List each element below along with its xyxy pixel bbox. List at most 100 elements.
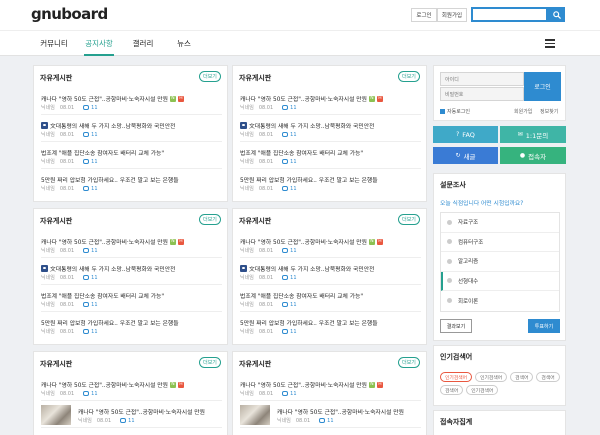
post-title[interactable]: 5만원 짜리 압보험 가입하세요.. 우조건 말고 보는 은행들 [240,175,378,184]
poll-result-button[interactable]: 결과보기 [440,319,472,333]
post-title[interactable]: 文대통령의 새해 두 가지 소망..남북평화와 국민안전 [50,264,175,273]
list-item[interactable]: 캐나다 "영하 50도 근접"..공항마비·노숙자시설 만원 N H 닉네임 08.0… [41,231,222,258]
connect-button[interactable]: ● 접속자 [500,147,566,164]
gallery-item[interactable]: 캐나다 "영하 50도 근접"..공항마비·노숙자시설 만원 닉네임 08.01 1… [41,401,222,428]
join-link-side[interactable]: 회원가입 [514,108,532,115]
list-item[interactable]: 5만원 짜리 압보험 가입하세요.. 우조건 말고 보는 은행들 닉네임 08.0… [41,169,222,196]
list-item[interactable]: 文대통령의 새해 두 가지 소망..남북평화와 국민안전 닉네임 08.01 11 [240,258,421,285]
post-title[interactable]: 文대통령의 새해 두 가지 소망..남북평화와 국민안전 [50,121,175,130]
new-posts-button[interactable]: ↻ 새글 [433,147,498,164]
list-item[interactable]: 캐나다 "영하 50도 근접"..공항마비·노숙자시설 만원 N H 닉네임 08.0… [41,374,222,401]
list-item[interactable]: 5만원 짜리 압보험 가입하세요.. 우조건 말고 보는 은행들 닉네임 08.0… [41,312,222,339]
nav-item-notice[interactable]: 공지사항 [84,31,114,56]
qna-button[interactable]: ✉ 1:1문의 [500,126,566,143]
more-button[interactable]: 더보기 [199,71,221,82]
board-title[interactable]: 자유게시판 [40,73,72,83]
new-badge: N [169,95,176,102]
post-title[interactable]: 법조계 "애플 집단소송 참여자도 배터리 교체 가능" [41,148,164,157]
post-author: 닉네임 [240,329,254,335]
auto-login-checkbox[interactable]: 자동로그인 [440,108,470,115]
find-info-link[interactable]: 정보찾기 [540,108,558,115]
post-title[interactable]: 文대통령의 새해 두 가지 소망..남북평화와 국민안전 [249,264,374,273]
post-title[interactable]: 캐나다 "영하 50도 근접"..공항마비·노숙자시설 만원 [41,380,168,389]
list-item[interactable]: 文대통령의 새해 두 가지 소망..남북평화와 국민안전 닉네임 08.01 11 [240,115,421,142]
chat-icon: ✉ [517,131,523,138]
join-link[interactable]: 회원가입 [437,8,467,22]
id-field[interactable]: 아이디 [440,72,524,86]
search-tag[interactable]: 검색어 [536,372,560,382]
more-button[interactable]: 더보기 [199,357,221,368]
list-item[interactable]: 5만원 짜리 압보험 가입하세요.. 우조건 말고 보는 은행들 닉네임 08.0… [240,312,421,339]
list-item[interactable]: 文대통령의 새해 두 가지 소망..남북평화와 국민안전 닉네임 08.01 11 [41,115,222,142]
board-title[interactable]: 자유게시판 [40,216,72,226]
search-button[interactable] [548,7,565,22]
poll-option[interactable]: 자료구조 [441,213,559,233]
comment-count: 11 [290,131,297,138]
search-tag[interactable]: 인기검색어 [466,385,499,395]
faq-label: FAQ [462,130,475,139]
more-button[interactable]: 더보기 [199,214,221,225]
post-title[interactable]: 캐나다 "영하 50도 근접"..공항마비·노숙자시설 만원 [277,407,404,416]
post-title[interactable]: 캐나다 "영하 50도 근접"..공항마비·노숙자시설 만원 [78,407,205,416]
list-item[interactable]: 법조계 "애플 집단소송 참여자도 배터리 교체 가능" 닉네임 08.01 11 [41,285,222,312]
post-author: 닉네임 [277,418,291,424]
list-item[interactable]: 법조계 "애플 집단소송 참여자도 배터리 교체 가능" 닉네임 08.01 11 [41,142,222,169]
nav-item-gallery[interactable]: 갤러리 [130,31,156,56]
search-input[interactable] [471,7,548,22]
post-title[interactable]: 캐나다 "영하 50도 근접"..공항마비·노숙자시설 만원 [41,94,168,103]
more-button[interactable]: 더보기 [398,71,420,82]
nav-item-community[interactable]: 커뮤니티 [38,31,70,56]
login-box: 아이디 비밀번호 로그인 자동로그인 회원가입 정보찾기 [433,65,566,121]
comment-count: 11 [290,390,297,397]
board-title[interactable]: 자유게시판 [239,359,271,369]
board-title[interactable]: 자유게시판 [239,73,271,83]
poll-option-selected[interactable]: 선형대수 [441,271,559,291]
login-button[interactable]: 로그인 [524,72,561,101]
poll-option[interactable]: 알고리즘 [441,252,559,272]
board-title[interactable]: 자유게시판 [40,359,72,369]
site-logo[interactable]: gnuboard [31,5,108,23]
list-item[interactable]: 캐나다 "영하 50도 근접"..공항마비·노숙자시설 만원 N H 닉네임 08.0… [240,231,421,258]
image-icon [240,122,247,129]
post-title[interactable]: 캐나다 "영하 50도 근접"..공항마비·노숙자시설 만원 [41,237,168,246]
post-title[interactable]: 캐나다 "영하 50도 근접"..공항마비·노숙자시설 만원 [240,94,367,103]
more-button[interactable]: 더보기 [398,214,420,225]
search-tag[interactable]: 검색어 [440,385,464,395]
list-item[interactable]: 법조계 "애플 집단소송 참여자도 배터리 교체 가능" 닉네임 08.01 11 [240,142,421,169]
post-title[interactable]: 법조계 "애플 집단소송 참여자도 배터리 교체 가능" [240,291,363,300]
list-item[interactable]: 文대통령의 새해 두 가지 소망..남북평화와 국민안전 닉네임 08.01 11 [41,258,222,285]
poll-option[interactable]: 컴퓨터구조 [441,233,559,252]
list-item[interactable]: 법조계 "애플 집단소송 참여자도 배터리 교체 가능" 닉네임 08.01 11 [240,285,421,312]
board-title[interactable]: 자유게시판 [239,216,271,226]
login-link[interactable]: 로그인 [411,8,437,22]
faq-button[interactable]: ? FAQ [433,126,498,143]
list-item[interactable]: 캐나다 "영하 50도 근접"..공항마비·노숙자시설 만원 N H 닉네임 08.0… [240,374,421,401]
post-title[interactable]: 5만원 짜리 압보험 가입하세요.. 우조건 말고 보는 은행들 [41,175,179,184]
post-date: 08.01 [258,185,274,192]
search-tag[interactable]: 인기검색어 [475,372,508,382]
more-button[interactable]: 더보기 [398,357,420,368]
nav-item-news[interactable]: 뉴스 [174,31,194,56]
gallery-thumbnail[interactable] [41,405,71,425]
post-title[interactable]: 캐나다 "영하 50도 근접"..공항마비·노숙자시설 만원 [240,380,367,389]
gallery-item[interactable]: 캐나다 "영하 50도 근접"..공항마비·노숙자시설 만원 닉네임 08.01 1… [240,401,421,428]
password-field[interactable]: 비밀번호 [440,87,524,101]
gallery-thumbnail[interactable] [240,405,270,425]
post-title[interactable]: 5만원 짜리 압보험 가입하세요.. 우조건 말고 보는 은행들 [41,318,179,327]
list-item[interactable]: 캐나다 "영하 50도 근접"..공항마비·노숙자시설 만원 N H 닉네임 08.0… [41,88,222,115]
post-title[interactable]: 文대통령의 새해 두 가지 소망..남북평화와 국민안전 [249,121,374,130]
refresh-icon: ↻ [455,152,461,159]
post-title[interactable]: 법조계 "애플 집단소송 참여자도 배터리 교체 가능" [240,148,363,157]
post-title[interactable]: 법조계 "애플 집단소송 참여자도 배터리 교체 가능" [41,291,164,300]
post-title[interactable]: 5만원 짜리 압보험 가입하세요.. 우조건 말고 보는 은행들 [240,318,378,327]
poll-option[interactable]: 회로이론 [441,291,559,311]
post-title[interactable]: 캐나다 "영하 50도 근접"..공항마비·노숙자시설 만원 [240,237,367,246]
list-item[interactable]: 5만원 짜리 압보험 가입하세요.. 우조건 말고 보는 은행들 닉네임 08.0… [240,169,421,196]
comment-icon [83,275,90,280]
menu-icon[interactable] [545,39,555,48]
search-tag[interactable]: 검색어 [510,372,534,382]
search-tag[interactable]: 인기검색어 [440,372,473,382]
list-item[interactable]: 캐나다 "영하 50도 근접"..공항마비·노숙자시설 만원 N H 닉네임 08.0… [240,88,421,115]
poll-vote-button[interactable]: 투표하기 [528,319,560,333]
comment-icon [282,275,289,280]
